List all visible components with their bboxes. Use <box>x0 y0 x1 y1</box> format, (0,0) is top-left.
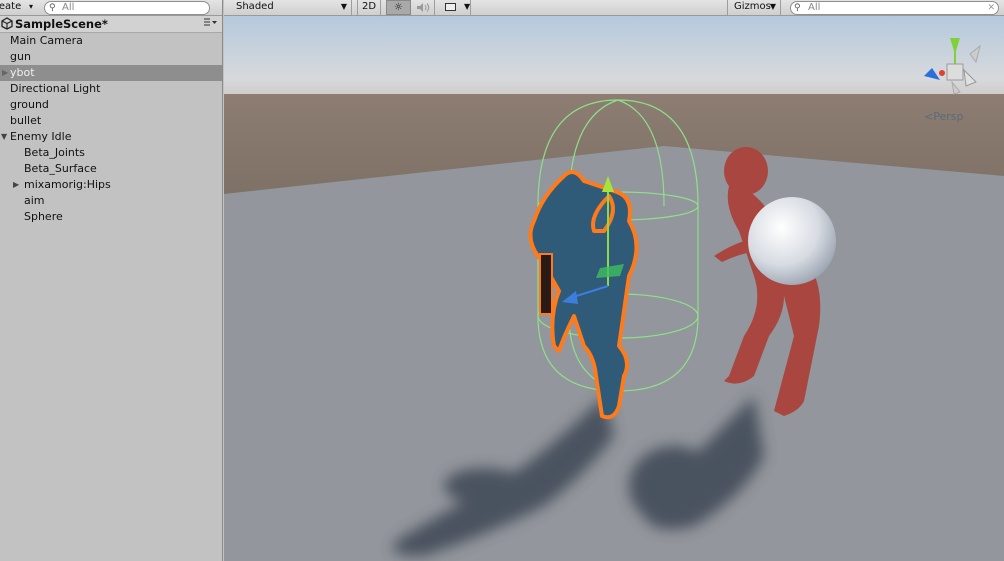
gun-object[interactable] <box>539 253 553 315</box>
create-button[interactable]: reate ▾ <box>0 0 38 15</box>
speaker-icon[interactable] <box>411 0 435 15</box>
expand-arrow-icon[interactable]: ▶ <box>13 177 19 193</box>
scene-toolbar: Shaded ▼ 2D ☼ ▼ Gizmos ▼ ⚲ All ✕ <box>224 0 1004 16</box>
effects-toggle[interactable]: ▼ <box>435 0 471 15</box>
image-icon <box>445 3 456 11</box>
chevron-down-icon: ▼ <box>769 2 776 11</box>
hierarchy-item-main-camera[interactable]: Main Camera <box>0 33 222 49</box>
hierarchy-item-label: Main Camera <box>10 34 83 47</box>
hierarchy-item-bullet[interactable]: bullet <box>0 113 222 129</box>
scene-name: SampleScene* <box>15 17 108 31</box>
scene-search-input[interactable]: ⚲ All ✕ <box>790 1 999 15</box>
projection-toggle[interactable]: <Persp <box>924 110 963 123</box>
sun-icon[interactable]: ☼ <box>386 0 411 15</box>
chevron-left-icon: < <box>924 110 934 123</box>
unity-logo-icon <box>1 17 13 30</box>
hierarchy-item-directional-light[interactable]: Directional Light <box>0 81 222 97</box>
scene-search-placeholder: All <box>808 2 821 13</box>
hierarchy-panel: reate ▾ ⚲ All SampleScene* Main Camera g… <box>0 0 223 561</box>
hierarchy-item-mixamorig-hips[interactable]: ▶ mixamorig:Hips <box>0 177 222 193</box>
hierarchy-item-ground[interactable]: ground <box>0 97 222 113</box>
hierarchy-item-aim[interactable]: aim <box>0 193 222 209</box>
hierarchy-item-label: Beta_Surface <box>24 162 97 175</box>
hierarchy-item-label: Sphere <box>24 210 63 223</box>
hierarchy-item-label: Enemy Idle <box>10 130 72 143</box>
hierarchy-search-placeholder: All <box>62 2 75 13</box>
chevron-down-icon: ▾ <box>29 2 34 11</box>
search-icon: ⚲ <box>794 3 801 13</box>
hierarchy-item-sphere[interactable]: Sphere <box>0 209 222 225</box>
gizmos-label: Gizmos <box>734 1 771 12</box>
sky <box>224 16 1004 106</box>
projection-label: Persp <box>933 110 964 123</box>
hierarchy-item-gun[interactable]: gun <box>0 49 222 65</box>
hierarchy-item-beta-surface[interactable]: Beta_Surface <box>0 161 222 177</box>
clear-search-icon[interactable]: ✕ <box>987 2 995 14</box>
create-button-label: reate <box>0 1 22 12</box>
hierarchy-item-label: bullet <box>10 114 42 127</box>
2d-mode-toggle[interactable]: 2D <box>357 0 381 15</box>
hierarchy-item-label: Beta_Joints <box>24 146 85 159</box>
hierarchy-item-label: gun <box>10 50 31 63</box>
scene-root-row[interactable]: SampleScene* <box>0 16 222 33</box>
hierarchy-item-label: Directional Light <box>10 82 101 95</box>
hierarchy-item-beta-joints[interactable]: Beta_Joints <box>0 145 222 161</box>
scene-menu-icon[interactable] <box>203 18 217 28</box>
hierarchy-item-enemy-idle[interactable]: ▼ Enemy Idle <box>0 129 222 145</box>
chevron-down-icon: ▼ <box>340 2 347 11</box>
search-icon: ⚲ <box>49 3 56 13</box>
hierarchy-toolbar: reate ▾ ⚲ All <box>0 0 222 16</box>
draw-mode-dropdown[interactable]: Shaded ▼ <box>224 0 352 15</box>
collapse-arrow-icon[interactable]: ▼ <box>1 129 7 145</box>
expand-arrow-icon[interactable]: ▶ <box>2 65 8 81</box>
scene-viewport[interactable]: <Persp <box>224 16 1004 561</box>
hierarchy-item-label: ybot <box>10 66 35 79</box>
hierarchy-item-ybot[interactable]: ▶ ybot <box>0 65 222 81</box>
hierarchy-item-label: aim <box>24 194 45 207</box>
hierarchy-item-label: ground <box>10 98 49 111</box>
hierarchy-item-label: mixamorig:Hips <box>24 178 111 191</box>
sphere-object[interactable] <box>748 197 836 285</box>
chevron-down-icon: ▼ <box>464 2 471 11</box>
hierarchy-search-input[interactable]: ⚲ All <box>44 1 210 15</box>
gizmos-dropdown[interactable]: Gizmos ▼ <box>727 0 781 15</box>
draw-mode-label: Shaded <box>236 1 274 12</box>
